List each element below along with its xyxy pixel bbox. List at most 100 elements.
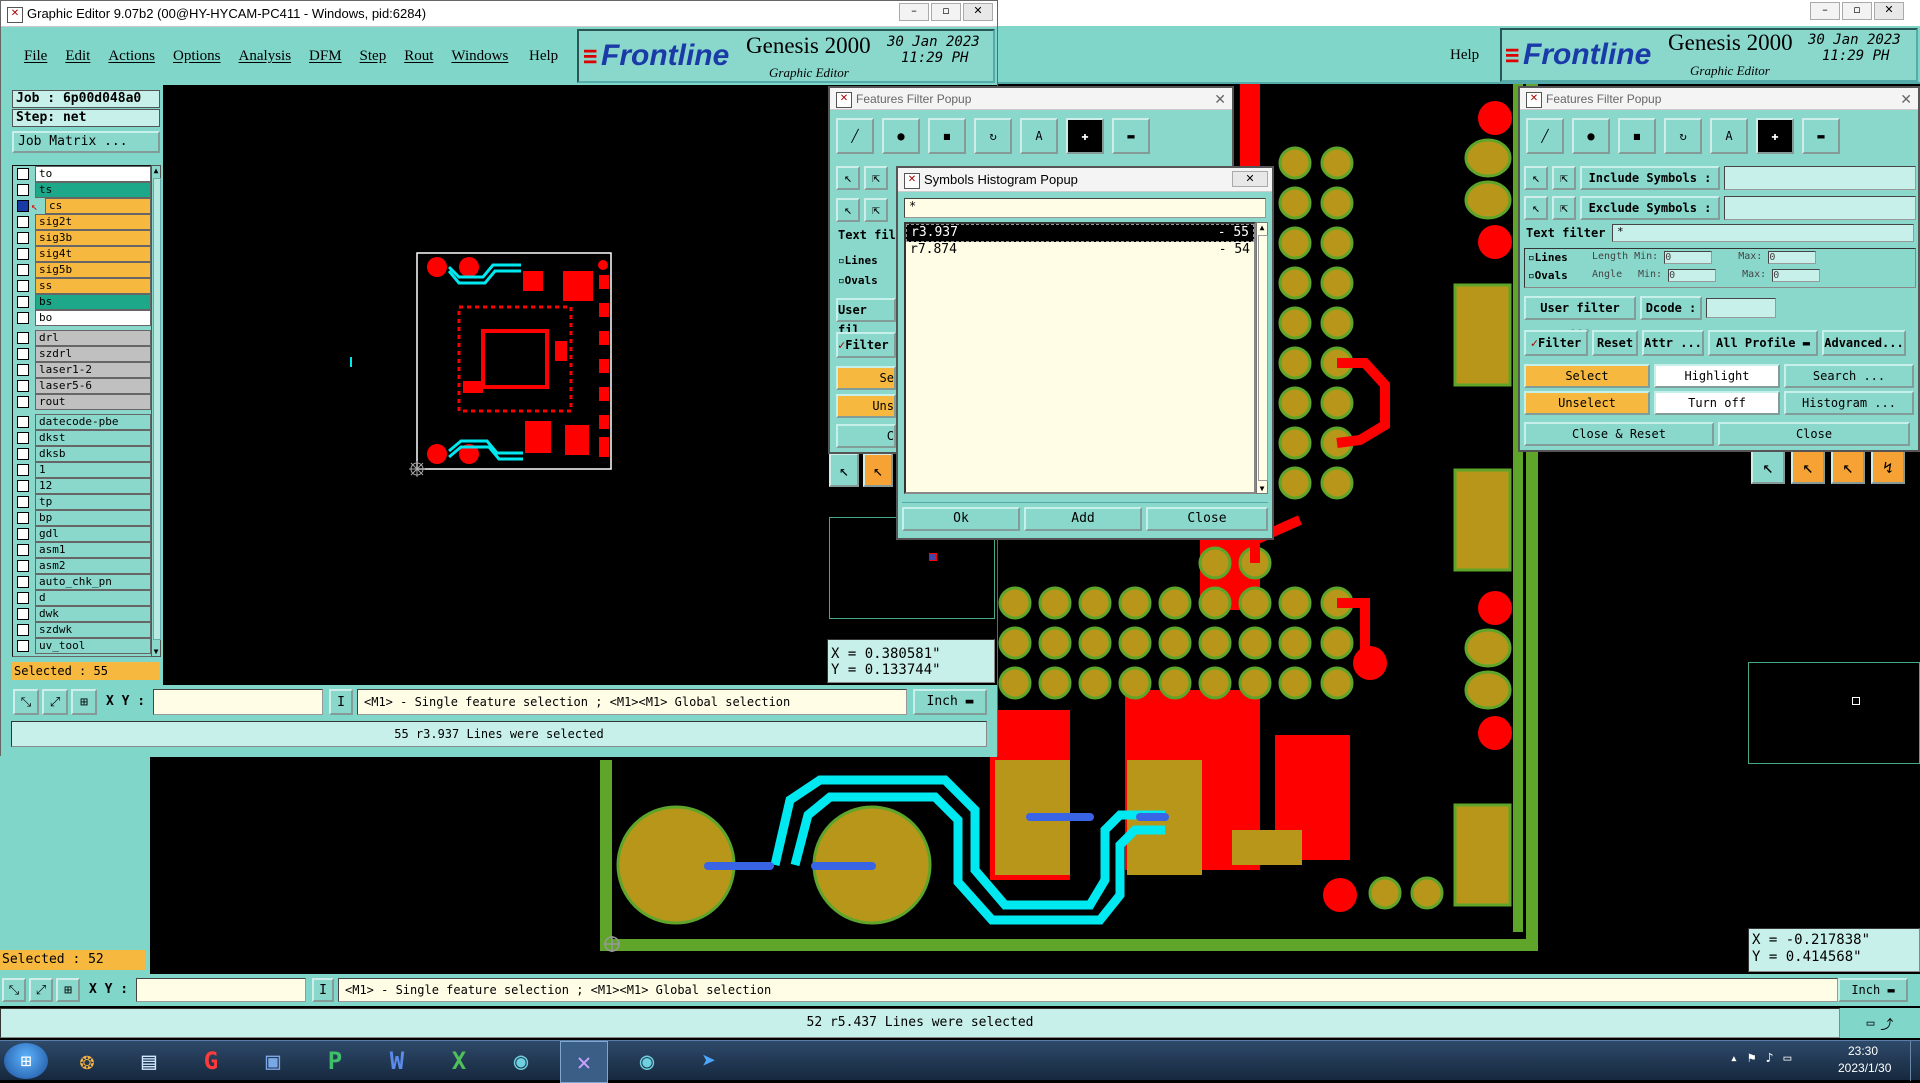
include-pick2-icon[interactable]: ⇱ [1552,166,1576,190]
layer-checkbox-icon[interactable] [17,416,29,428]
volume-icon[interactable]: ♪ [1766,1051,1774,1066]
zoom-fit-icon[interactable]: ⤡ [13,689,39,715]
layer-row[interactable]: asm1 [13,542,151,558]
back-maximize-icon[interactable]: ▫ [1842,2,1872,20]
exclude-symbols-button[interactable]: Exclude Symbols : [1580,196,1720,220]
layer-checkbox-icon[interactable] [17,296,29,308]
layer-row[interactable]: ↖ cs [13,198,151,214]
layer-row[interactable]: ss [13,278,151,294]
layer-name[interactable]: sig4t [35,246,151,262]
exclude-pick2-icon[interactable]: ⇱ [864,198,888,222]
save-disk-icon[interactable]: ▣ [250,1041,296,1081]
layer-name[interactable]: sig3b [35,230,151,246]
scroll-up-icon[interactable]: ▲ [152,166,160,175]
layer-checkbox-icon[interactable] [17,640,29,652]
layer-row[interactable]: dksb [13,446,151,462]
layer-checkbox-icon[interactable] [17,624,29,636]
excel-icon[interactable]: X [436,1041,482,1081]
hist-filter-input[interactable]: * [904,198,1266,218]
main-units-dropdown[interactable]: Inch ▬ [913,689,987,715]
layer-name[interactable]: sig5b [35,262,151,278]
layer-name[interactable]: bs [35,294,151,310]
ffl-close-button[interactable]: C [836,424,896,448]
layer-row[interactable]: drl [13,330,151,346]
layer-row[interactable]: tp [13,494,151,510]
layer-name[interactable]: szdrl [35,346,151,362]
layer-name[interactable]: szdwk [35,622,151,638]
menu-file[interactable]: File [15,48,56,65]
hist-close-button[interactable]: Close [1146,507,1268,531]
layer-name[interactable]: bp [35,510,151,526]
layer-name[interactable]: asm1 [35,542,151,558]
layer-name[interactable]: sig2t [35,214,151,230]
scroll-down-icon[interactable]: ▼ [1257,484,1267,493]
main-help-menu[interactable]: Help [529,48,558,65]
reset-button[interactable]: Reset [1592,330,1638,356]
close-icon[interactable]: ✕ [963,3,993,21]
minimize-icon[interactable]: – [899,3,929,21]
layer-row[interactable]: asm2 [13,558,151,574]
clock-date[interactable]: 2023/1/30 [1838,1061,1891,1075]
layer-checkbox-icon[interactable] [17,480,29,492]
layer-name[interactable]: tp [35,494,151,510]
positive-polarity-icon[interactable]: ✚ [1756,118,1794,154]
hist-add-button[interactable]: Add [1024,507,1142,531]
layer-checkbox-icon[interactable] [17,280,29,292]
layer-name[interactable]: ts [35,182,151,198]
layer-row[interactable]: szdrl [13,346,151,362]
layer-checkbox-icon[interactable] [17,608,29,620]
layer-name[interactable]: drl [35,330,151,346]
layer-name[interactable]: bo [35,310,151,326]
layer-checkbox-icon[interactable] [17,216,29,228]
angle-max-input[interactable]: 0 [1772,269,1821,282]
include-pick-icon[interactable]: ↖ [1524,166,1548,190]
exclude-pick-icon[interactable]: ↖ [1524,196,1548,220]
back-minimize-icon[interactable]: – [1810,2,1840,20]
hist-list[interactable]: r3.937 - 55 r7.874 - 54 [904,222,1256,494]
include-symbols-input[interactable] [1724,166,1916,190]
zoom-grid-icon[interactable]: ⊞ [71,689,97,715]
layer-name[interactable]: 1 [35,462,151,478]
all-profile-dropdown[interactable]: All Profile ▬ [1708,330,1818,356]
ffl-unselect-button[interactable]: Uns [836,394,896,418]
text-shape-icon[interactable]: A [1710,118,1748,154]
negative-polarity-icon[interactable]: ▬ [1802,118,1840,154]
back-close-icon[interactable]: ✕ [1874,2,1904,20]
length-min-input[interactable]: 0 [1664,251,1713,264]
main-cursor-toggle-icon[interactable]: I [329,689,353,715]
layer-checkbox-icon[interactable] [17,544,29,556]
text-shape-icon[interactable]: A [1020,118,1058,154]
layer-row[interactable]: 12 [13,478,151,494]
line-shape-icon[interactable]: ╱ [836,118,874,154]
layer-row[interactable]: datecode-pbe [13,414,151,430]
dcode-button[interactable]: Dcode : [1640,296,1702,320]
layer-scrollbar[interactable]: ▲ ▼ [151,165,161,657]
layer-checkbox-icon[interactable] [17,264,29,276]
publisher-icon[interactable]: P [312,1041,358,1081]
include-symbols-button[interactable]: Include Symbols : [1580,166,1720,190]
layer-checkbox-icon[interactable] [17,496,29,508]
shell-icon[interactable]: ❂ [64,1041,110,1081]
exclude-symbols-input[interactable] [1724,196,1916,220]
layer-row[interactable]: gdl [13,526,151,542]
network-icon[interactable]: ▭ [1783,1051,1791,1066]
layer-row[interactable]: bs [13,294,151,310]
ffl-filter-toggle[interactable]: ✓Filter [836,332,896,358]
layer-checkbox-icon[interactable] [17,168,29,180]
ovals-check-row[interactable]: ▫Ovals [1528,269,1568,282]
layer-checkbox-icon[interactable] [17,528,29,540]
include-pick2-icon[interactable]: ⇱ [864,166,888,190]
layer-name[interactable]: uv_tool [35,638,151,654]
menu-actions[interactable]: Actions [99,48,164,65]
hist-close-icon[interactable]: ✕ [1232,171,1268,187]
layer-row[interactable]: dkst [13,430,151,446]
layer-checkbox-icon[interactable] [17,396,29,408]
genesis-red-icon[interactable]: G [188,1041,234,1081]
length-max-input[interactable]: 0 [1768,251,1817,264]
advanced-button[interactable]: Advanced... [1822,330,1906,356]
scroll-down-icon[interactable]: ▼ [152,647,160,656]
scroll-thumb[interactable] [1258,235,1268,481]
layer-name[interactable]: gdl [35,526,151,542]
layer-name[interactable]: laser5-6 [35,378,151,394]
layer-checkbox-icon[interactable] [17,348,29,360]
